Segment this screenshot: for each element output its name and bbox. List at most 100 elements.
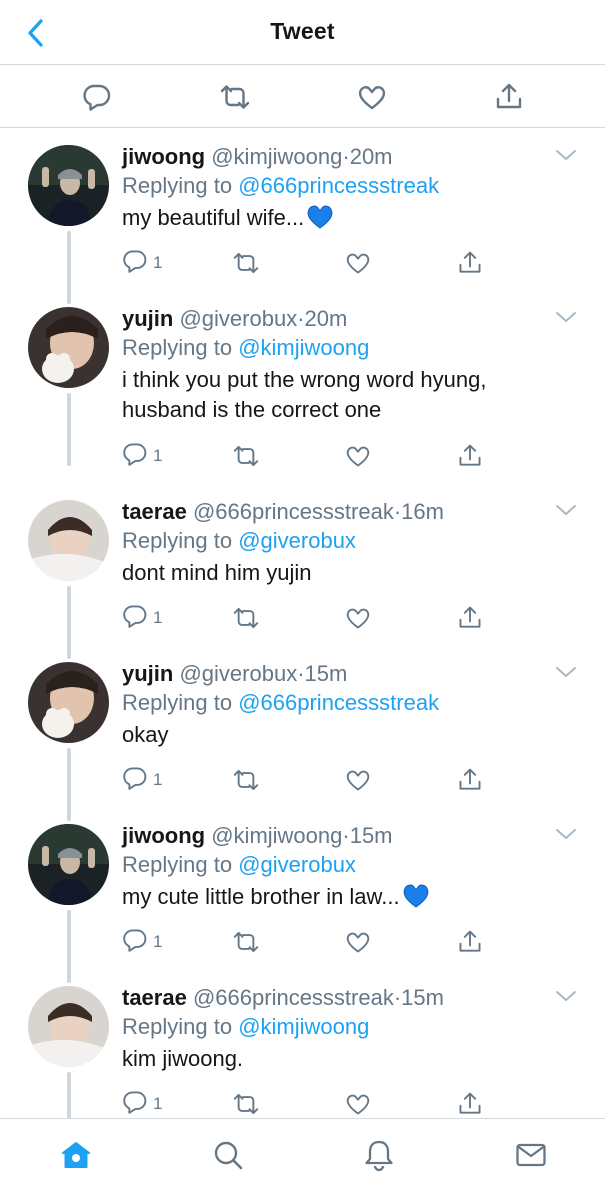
reply-icon — [122, 441, 148, 472]
author-name[interactable]: taerae — [122, 499, 187, 524]
tweet-item[interactable]: taerae @666princessstreak·15m Replying t… — [0, 969, 605, 1118]
tweet-actions: 1 — [122, 441, 492, 471]
separator: · — [342, 823, 350, 848]
share-icon[interactable] — [457, 603, 483, 633]
like-icon[interactable] — [345, 927, 371, 957]
like-icon[interactable] — [345, 765, 371, 795]
retweet-icon[interactable] — [232, 927, 260, 957]
share-icon[interactable] — [457, 1089, 483, 1118]
like-icon[interactable] — [345, 248, 371, 278]
thread-connector — [67, 393, 71, 466]
reply-icon[interactable] — [81, 81, 113, 113]
mention-link[interactable]: @giverobux — [238, 852, 356, 877]
replying-to: Replying to @kimjiwoong — [122, 333, 555, 363]
avatar-yujin[interactable] — [28, 662, 109, 743]
tweet-header: jiwoong @kimjiwoong·20m — [122, 143, 555, 171]
chevron-down-icon[interactable] — [555, 827, 577, 841]
retweet-icon[interactable] — [232, 603, 260, 633]
home-icon[interactable] — [56, 1135, 96, 1175]
share-icon[interactable] — [457, 927, 483, 957]
retweet-icon[interactable] — [219, 81, 251, 113]
chevron-down-icon[interactable] — [555, 503, 577, 517]
tweet-content: jiwoong @kimjiwoong·20m Replying to @666… — [122, 143, 555, 237]
mention-link[interactable]: @666princessstreak — [238, 173, 439, 198]
notifications-icon[interactable] — [359, 1135, 399, 1175]
tweet-actions: 1 — [122, 765, 492, 795]
author-name[interactable]: yujin — [122, 306, 173, 331]
reply-button[interactable]: 1 — [122, 603, 162, 633]
tweet-item[interactable]: jiwoong @kimjiwoong·20m Replying to @666… — [0, 128, 605, 304]
timestamp: 20m — [304, 306, 348, 331]
tweet-item[interactable]: taerae @666princessstreak·16m Replying t… — [0, 483, 605, 659]
like-icon[interactable] — [356, 81, 388, 113]
avatar-taerae[interactable] — [28, 500, 109, 581]
tweet-actions: 1 — [122, 603, 492, 633]
tweet-header: taerae @666princessstreak·16m — [122, 498, 555, 526]
like-icon[interactable] — [345, 603, 371, 633]
mention-link[interactable]: @giverobux — [238, 528, 356, 553]
reply-button[interactable]: 1 — [122, 441, 162, 471]
reply-icon — [122, 927, 148, 958]
tweet-content: yujin @giverobux·20m Replying to @kimjiw… — [122, 305, 555, 425]
chevron-down-icon[interactable] — [555, 310, 577, 324]
reply-icon — [122, 603, 148, 634]
tweet-text: my beautiful wife... — [122, 205, 305, 230]
reply-count: 1 — [153, 608, 163, 627]
author-name[interactable]: jiwoong — [122, 823, 205, 848]
page-title: Tweet — [270, 18, 335, 44]
retweet-icon[interactable] — [232, 765, 260, 795]
chevron-down-icon[interactable] — [555, 665, 577, 679]
author-handle: @kimjiwoong — [211, 823, 343, 848]
tweet-text-wrap: my beautiful wife... — [122, 203, 555, 237]
mention-link[interactable]: @kimjiwoong — [238, 1014, 369, 1039]
tweet-actions: 1 — [122, 927, 492, 957]
retweet-icon[interactable] — [232, 1089, 260, 1118]
reply-button[interactable]: 1 — [122, 1089, 162, 1118]
chevron-down-icon[interactable] — [555, 989, 577, 1003]
tweet-item[interactable]: yujin @giverobux·15m Replying to @666pri… — [0, 645, 605, 821]
reply-button[interactable]: 1 — [122, 927, 162, 957]
retweet-icon[interactable] — [232, 248, 260, 278]
reply-button[interactable]: 1 — [122, 248, 162, 278]
author-name[interactable]: yujin — [122, 661, 173, 686]
author-name[interactable]: jiwoong — [122, 144, 205, 169]
tweet-item[interactable]: yujin @giverobux·20m Replying to @kimjiw… — [0, 290, 605, 467]
tweet-text: kim jiwoong. — [122, 1046, 244, 1071]
share-icon[interactable] — [457, 441, 483, 471]
reply-count: 1 — [153, 770, 163, 789]
timestamp: 15m — [304, 661, 348, 686]
author-handle: @giverobux — [179, 661, 298, 686]
tweet-text: okay — [122, 722, 169, 747]
replying-to: Replying to @666princessstreak — [122, 171, 555, 201]
like-icon[interactable] — [345, 441, 371, 471]
timestamp: 15m — [349, 823, 393, 848]
reply-button[interactable]: 1 — [122, 765, 162, 795]
tweet-text: my cute little brother in law... — [122, 884, 400, 909]
reply-icon — [122, 765, 148, 796]
top-bar: Tweet — [0, 0, 605, 65]
author-name[interactable]: taerae — [122, 985, 187, 1010]
replying-to: Replying to @giverobux — [122, 850, 555, 880]
replying-prefix: Replying to — [122, 528, 233, 553]
share-icon[interactable] — [457, 248, 483, 278]
avatar-jiwoong[interactable] — [28, 824, 109, 905]
mention-link[interactable]: @666princessstreak — [238, 690, 439, 715]
like-icon[interactable] — [345, 1089, 371, 1118]
chevron-down-icon[interactable] — [555, 148, 577, 162]
share-icon[interactable] — [457, 765, 483, 795]
retweet-icon[interactable] — [232, 441, 260, 471]
share-icon[interactable] — [493, 81, 525, 113]
mention-link[interactable]: @kimjiwoong — [238, 335, 369, 360]
messages-icon[interactable] — [511, 1135, 551, 1175]
avatar-yujin[interactable] — [28, 307, 109, 388]
timestamp: 15m — [401, 985, 444, 1010]
reply-count: 1 — [153, 253, 163, 272]
avatar-taerae[interactable] — [28, 986, 109, 1067]
blue-heart-icon — [402, 882, 430, 916]
timestamp: 16m — [401, 499, 444, 524]
reply-thread: jiwoong @kimjiwoong·20m Replying to @666… — [0, 128, 605, 1118]
tweet-item[interactable]: jiwoong @kimjiwoong·15m Replying to @giv… — [0, 807, 605, 983]
search-icon[interactable] — [208, 1135, 248, 1175]
thread-connector — [67, 1072, 71, 1118]
avatar-jiwoong[interactable] — [28, 145, 109, 226]
